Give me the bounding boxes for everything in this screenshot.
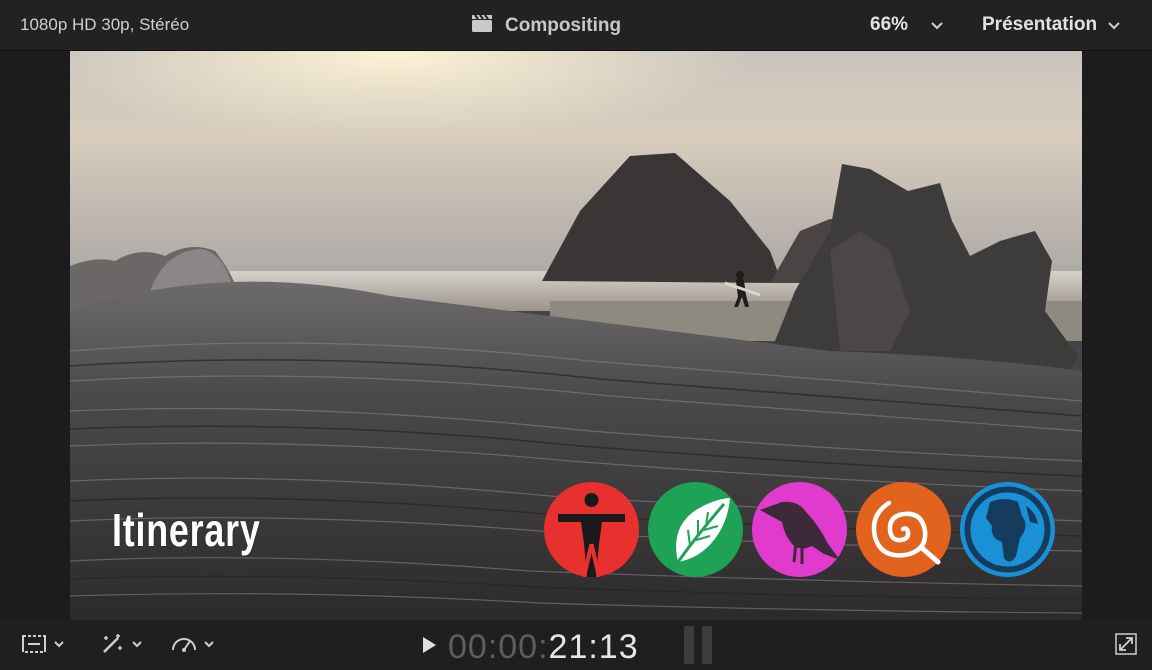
audio-meter-left — [684, 626, 694, 664]
timecode-display: 00:00:21:13 — [420, 628, 639, 667]
viewer-footer: 00:00:21:13 — [0, 620, 1152, 670]
globe-figure-icon — [960, 482, 1055, 577]
timecode-lit: 21:13 — [548, 628, 639, 666]
chevron-down-icon — [204, 641, 214, 648]
zoom-level: 66% — [870, 14, 909, 35]
clapperboard-icon — [471, 13, 493, 38]
view-menu[interactable]: Présentation — [982, 14, 1121, 36]
bird-icon — [752, 482, 847, 577]
timecode[interactable]: 00:00:21:13 — [448, 628, 639, 667]
spiral-icon — [856, 482, 951, 577]
zoom-popup[interactable]: 66% — [870, 14, 944, 36]
chevron-down-icon — [54, 641, 64, 648]
play-button[interactable] — [420, 635, 438, 660]
enhancement-tool-menu[interactable] — [98, 632, 144, 656]
speedometer-icon — [172, 638, 196, 652]
audio-meters — [684, 626, 712, 664]
viewer-title-group: Compositing — [471, 13, 621, 38]
vitruvian-figure-icon — [544, 482, 639, 577]
viewer-canvas[interactable]: Itinerary — [70, 51, 1082, 620]
format-label: 1080p HD 30p, Stéréo — [20, 15, 190, 34]
audio-meter-right — [702, 626, 712, 664]
transform-icon — [22, 635, 46, 653]
view-menu-label: Présentation — [982, 14, 1098, 35]
chevron-down-icon — [132, 641, 142, 648]
viewer-title: Compositing — [505, 14, 622, 36]
fullscreen-icon — [1115, 633, 1137, 655]
icon-row — [544, 482, 1055, 577]
chevron-down-icon — [1108, 22, 1120, 30]
magic-wand-icon — [103, 634, 122, 653]
leaf-icon — [648, 482, 743, 577]
transform-tool-menu[interactable] — [20, 632, 66, 656]
title-overlay: Itinerary — [112, 504, 261, 556]
timecode-dim: 00:00: — [448, 628, 549, 666]
retime-menu[interactable] — [170, 632, 216, 656]
play-icon — [423, 637, 436, 653]
fullscreen-button[interactable] — [1114, 632, 1138, 661]
viewer-header: 1080p HD 30p, Stéréo Compositing 66% Pré… — [0, 0, 1152, 51]
chevron-down-icon — [931, 22, 943, 30]
